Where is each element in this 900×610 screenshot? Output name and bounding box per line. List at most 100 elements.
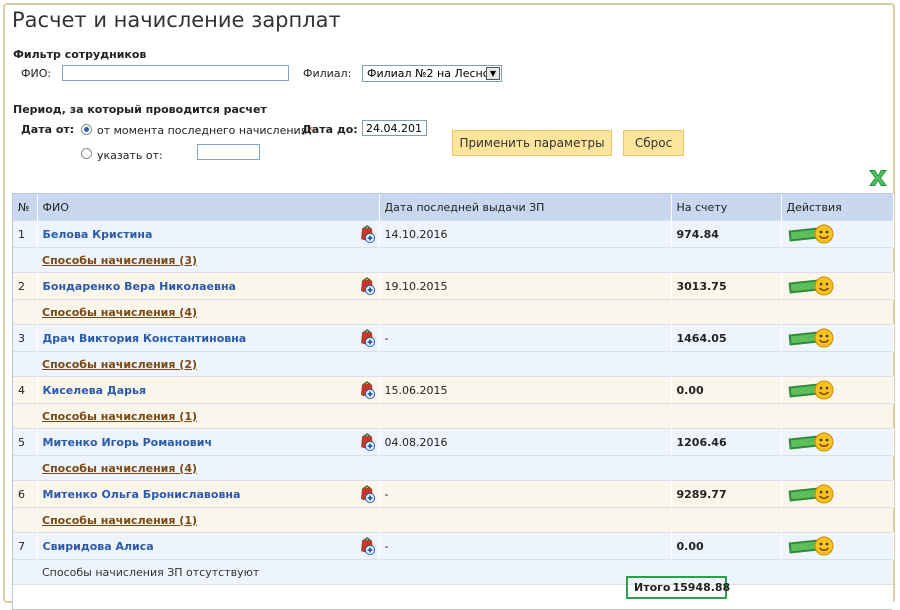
wallet-add-icon[interactable] — [358, 485, 376, 503]
column-header-fio: ФИО — [37, 194, 380, 221]
table-row: 3 Драч Виктория Константиновна -1464.05 — [13, 324, 894, 352]
chevron-down-icon[interactable]: ▼ — [486, 67, 500, 80]
row-last-pay: 19.10.2015 — [379, 272, 672, 300]
wallet-add-icon[interactable] — [358, 225, 376, 243]
row-last-pay: 14.10.2016 — [379, 220, 672, 248]
row-last-pay: 15.06.2015 — [379, 376, 672, 404]
table-header-row: № ФИО Дата последней выдачи ЗП На счету … — [13, 194, 894, 221]
table-row: 1 Белова Кристина 14.10.2016 974.84 — [13, 220, 894, 248]
branch-select-value: Филиал №2 на Лесной — [367, 67, 486, 80]
wallet-add-icon[interactable] — [358, 537, 376, 555]
pay-salary-icon[interactable] — [787, 275, 835, 297]
date-to-input[interactable] — [362, 120, 427, 136]
total-box: Итого 15948.88 — [626, 576, 731, 599]
row-actions — [781, 272, 894, 300]
row-number: 6 — [13, 480, 38, 508]
row-fio-cell: Свиридова Алиса — [37, 532, 380, 560]
pay-salary-icon[interactable] — [787, 535, 835, 557]
row-fio-cell: Киселева Дарья — [37, 376, 380, 404]
date-from-input[interactable] — [197, 144, 260, 160]
column-header-actions: Действия — [781, 194, 894, 221]
total-value: 15948.88 — [672, 581, 731, 594]
row-balance: 1464.05 — [671, 324, 782, 352]
wallet-add-icon[interactable] — [358, 277, 376, 295]
row-last-pay: - — [379, 324, 672, 352]
row-number: 2 — [13, 272, 38, 300]
page-title: Расчет и начисление зарплат — [12, 8, 341, 32]
table-subrow: Способы начисления (1) — [13, 403, 893, 429]
period-section-label: Период, за который проводится расчет — [13, 103, 267, 116]
accrual-methods-link[interactable]: Способы начисления (3) — [42, 254, 197, 267]
accrual-methods-text: Способы начисления ЗП отсутствуют — [42, 565, 260, 579]
row-balance: 0.00 — [671, 376, 782, 404]
row-number: 1 — [13, 220, 38, 248]
radio-specify[interactable] — [81, 148, 92, 159]
row-number: 3 — [13, 324, 38, 352]
radio-since-last-label: от момента последнего начисления* — [97, 124, 313, 137]
table-total-row — [13, 584, 893, 609]
branch-label: Филиал: — [303, 67, 352, 80]
total-label: Итого — [634, 581, 671, 594]
excel-export-icon[interactable] — [866, 168, 890, 188]
employee-name-link[interactable]: Митенко Игорь Романович — [43, 436, 213, 449]
pay-salary-icon[interactable] — [787, 327, 835, 349]
date-to-label: Дата до: — [302, 123, 358, 136]
table-row: 5 Митенко Игорь Романович 04.08.2016 1206.4… — [13, 428, 894, 456]
table-subrow: Способы начисления (1) — [13, 507, 893, 533]
row-fio-cell: Бондаренко Вера Николаевна — [37, 272, 380, 300]
table-subrow: Способы начисления ЗП отсутствуют — [13, 559, 893, 585]
row-actions — [781, 480, 894, 508]
fio-input[interactable] — [62, 65, 289, 81]
table-subrow: Способы начисления (3) — [13, 247, 893, 273]
row-actions — [781, 220, 894, 248]
pay-salary-icon[interactable] — [787, 483, 835, 505]
row-actions — [781, 532, 894, 560]
row-number: 4 — [13, 376, 38, 404]
apply-button[interactable]: Применить параметры — [452, 130, 612, 156]
row-balance: 1206.46 — [671, 428, 782, 456]
reset-button[interactable]: Сброс — [623, 130, 684, 156]
row-balance: 0.00 — [671, 532, 782, 560]
row-balance: 974.84 — [671, 220, 782, 248]
branch-select[interactable]: Филиал №2 на Лесной ▼ — [362, 65, 502, 82]
row-number: 5 — [13, 428, 38, 456]
row-balance: 3013.75 — [671, 272, 782, 300]
table-row: 2 Бондаренко Вера Николаевна 19.10.2015 301… — [13, 272, 894, 300]
row-balance: 9289.77 — [671, 480, 782, 508]
accrual-methods-link[interactable]: Способы начисления (4) — [42, 306, 197, 319]
employee-name-link[interactable]: Драч Виктория Константиновна — [43, 332, 247, 345]
accrual-methods-link[interactable]: Способы начисления (4) — [42, 462, 197, 475]
accrual-methods-link[interactable]: Способы начисления (1) — [42, 410, 197, 423]
employee-name-link[interactable]: Киселева Дарья — [43, 384, 147, 397]
table-subrow: Способы начисления (4) — [13, 455, 893, 481]
row-actions — [781, 428, 894, 456]
row-actions — [781, 376, 894, 404]
pay-salary-icon[interactable] — [787, 223, 835, 245]
row-last-pay: - — [379, 532, 672, 560]
wallet-add-icon[interactable] — [358, 329, 376, 347]
salary-table: № ФИО Дата последней выдачи ЗП На счету … — [12, 193, 894, 610]
employee-name-link[interactable]: Митенко Ольга Брониславовна — [43, 488, 241, 501]
accrual-methods-link[interactable]: Способы начисления (2) — [42, 358, 197, 371]
fio-label: ФИО: — [21, 67, 52, 80]
accrual-methods-link[interactable]: Способы начисления (1) — [42, 514, 197, 527]
table-row: 7 Свиридова Алиса -0.00 — [13, 532, 894, 560]
row-fio-cell: Драч Виктория Константиновна — [37, 324, 380, 352]
column-header-balance: На счету — [671, 194, 782, 221]
wallet-add-icon[interactable] — [358, 433, 376, 451]
radio-specify-label: указать от: — [97, 149, 163, 162]
pay-salary-icon[interactable] — [787, 379, 835, 401]
row-fio-cell: Митенко Игорь Романович — [37, 428, 380, 456]
column-header-number: № — [13, 194, 38, 221]
column-header-last-pay: Дата последней выдачи ЗП — [379, 194, 672, 221]
employee-name-link[interactable]: Бондаренко Вера Николаевна — [43, 280, 236, 293]
radio-since-last[interactable] — [81, 124, 92, 135]
employee-name-link[interactable]: Белова Кристина — [43, 228, 153, 241]
employee-name-link[interactable]: Свиридова Алиса — [43, 540, 154, 553]
row-actions — [781, 324, 894, 352]
table-row: 6 Митенко Ольга Брониславовна -9289.77 — [13, 480, 894, 508]
row-fio-cell: Митенко Ольга Брониславовна — [37, 480, 380, 508]
wallet-add-icon[interactable] — [358, 381, 376, 399]
date-from-label: Дата от: — [21, 123, 75, 136]
pay-salary-icon[interactable] — [787, 431, 835, 453]
